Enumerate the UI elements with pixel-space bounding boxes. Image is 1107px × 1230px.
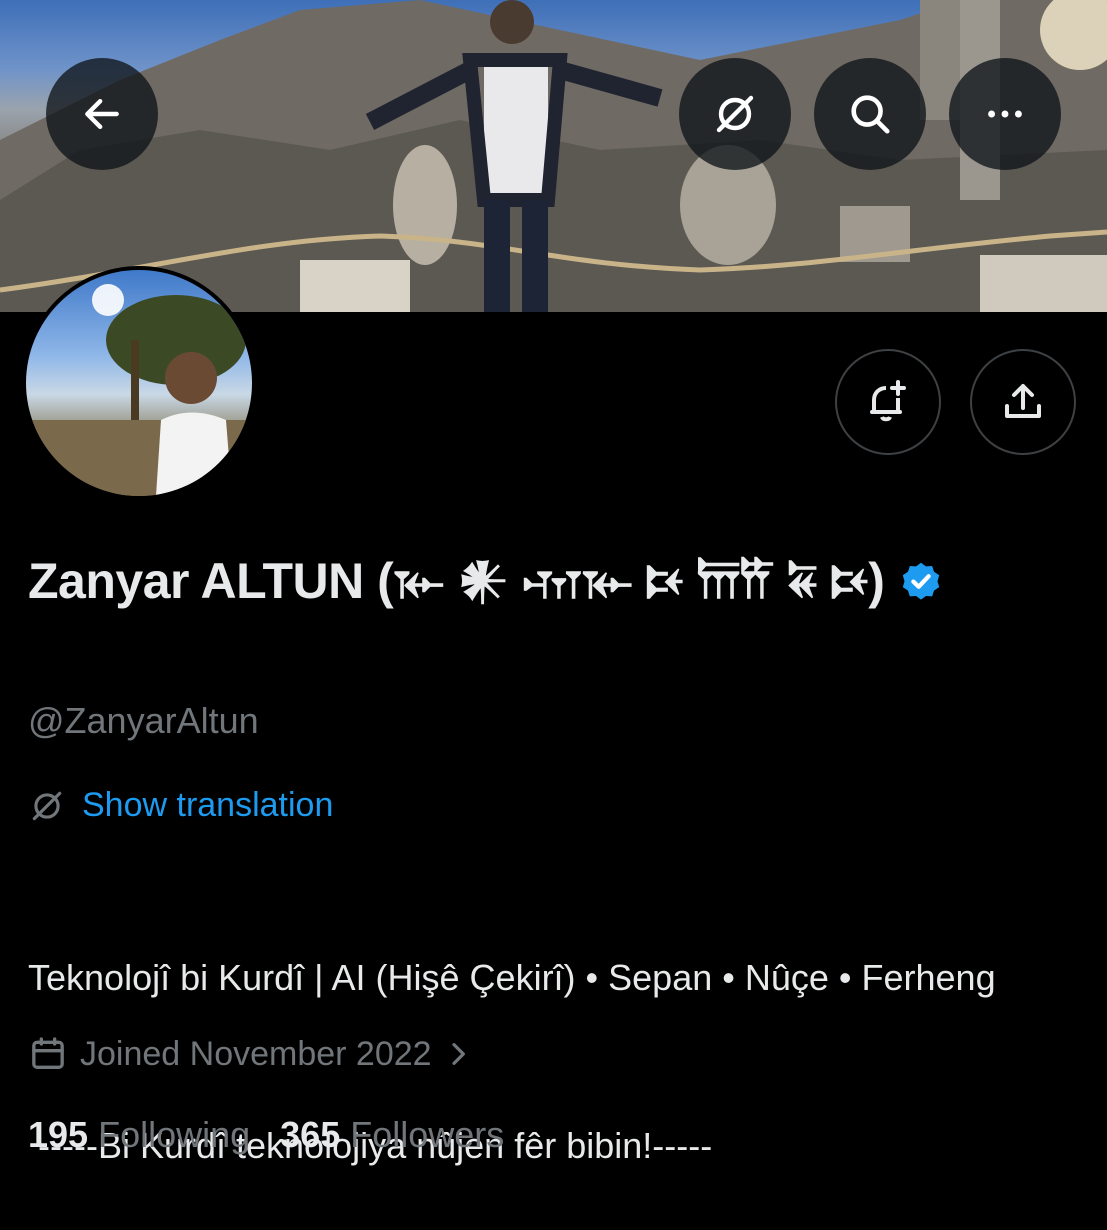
following-link[interactable]: 195 Following <box>28 1114 250 1156</box>
calendar-icon <box>32 1037 64 1069</box>
joined-text: Joined November 2022 <box>80 1034 432 1073</box>
bell-plus-icon <box>870 380 906 422</box>
display-name: Zanyar ALTUN (𐎹 𒀭 𐎶𐎹 𐎴 𐎠𐎡 𐏁 𐎴) <box>28 548 1088 620</box>
followers-label: Followers <box>350 1114 505 1155</box>
following-count: 195 <box>28 1114 89 1155</box>
followers-count: 365 <box>280 1114 341 1155</box>
back-button[interactable] <box>46 58 158 170</box>
translate-off-icon <box>716 95 754 133</box>
handle: @ZanyarAltun <box>28 700 259 741</box>
verified-badge-icon[interactable] <box>898 554 944 620</box>
share-button[interactable] <box>970 349 1076 455</box>
avatar[interactable] <box>22 266 256 500</box>
notifications-button[interactable] <box>835 349 941 455</box>
search-icon <box>851 95 890 134</box>
show-translation-link[interactable]: Show translation <box>28 786 333 825</box>
translate-button[interactable] <box>679 58 791 170</box>
search-button[interactable] <box>814 58 926 170</box>
joined-date[interactable]: Joined November 2022 <box>28 1034 486 1074</box>
following-label: Following <box>98 1114 251 1155</box>
display-name-text: Zanyar ALTUN (𐎹 𒀭 𐎶𐎹 𐎴 𐎠𐎡 𐏁 𐎴) <box>28 553 885 609</box>
chevron-right-icon <box>451 1043 465 1065</box>
followers-link[interactable]: 365 Followers <box>280 1114 504 1156</box>
profile-banner[interactable] <box>0 0 1107 312</box>
share-icon <box>1005 384 1041 418</box>
avatar-photo <box>26 270 252 496</box>
follow-stats: 195 Following 365 Followers <box>28 1114 534 1156</box>
banner-photo <box>0 0 1107 312</box>
more-horizontal-icon <box>988 110 1022 118</box>
more-button[interactable] <box>949 58 1061 170</box>
translate-off-icon <box>32 791 62 820</box>
show-translation-label[interactable]: Show translation <box>82 786 333 825</box>
arrow-left-icon <box>85 98 119 130</box>
bio-line: Teknolojî bi Kurdî | AI (Hişê Çekirî) • … <box>28 957 996 998</box>
